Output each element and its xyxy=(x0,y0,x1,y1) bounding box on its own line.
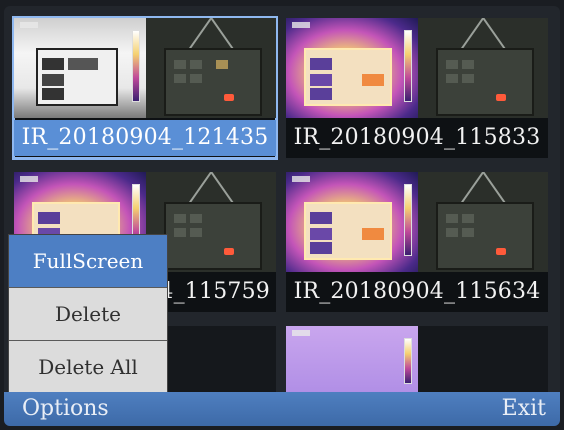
options-menu: FullScreen Delete Delete All xyxy=(8,234,168,393)
visual-image xyxy=(146,18,276,118)
exit-button[interactable]: Exit xyxy=(502,392,546,426)
equipment-box xyxy=(164,48,262,116)
hud-indicator xyxy=(292,22,310,28)
visual-image xyxy=(418,18,548,118)
ir-image xyxy=(286,18,418,118)
equipment-box xyxy=(436,48,534,116)
scale-bar xyxy=(404,184,412,256)
ir-image xyxy=(286,172,418,272)
thumbnail-label: IR_20180904_121435 xyxy=(14,120,276,156)
hud-indicator xyxy=(20,176,38,182)
gallery-screen: IR_20180904_121435 IR_20180904_115833 4_… xyxy=(4,6,560,426)
thumbnail-label: IR_20180904_115833 xyxy=(293,125,541,150)
menu-item-delete[interactable]: Delete xyxy=(9,288,167,341)
thumbnail-4[interactable]: IR_20180904_115634 xyxy=(286,172,548,312)
thumbnail-2[interactable]: IR_20180904_115833 xyxy=(286,18,548,158)
panel-outline xyxy=(36,48,118,106)
options-button[interactable]: Options xyxy=(22,392,109,426)
menu-item-delete-all[interactable]: Delete All xyxy=(9,341,167,393)
equipment-box xyxy=(436,202,534,270)
menu-item-fullscreen[interactable]: FullScreen xyxy=(9,235,167,288)
equipment-box xyxy=(164,202,262,270)
visual-image xyxy=(418,326,548,392)
thumbnail-1[interactable]: IR_20180904_121435 xyxy=(12,16,278,160)
panel-outline xyxy=(304,202,392,260)
panel-outline xyxy=(304,48,392,106)
scale-bar xyxy=(404,30,412,102)
ir-image xyxy=(286,326,418,392)
ir-image xyxy=(14,18,146,118)
hud-indicator xyxy=(292,330,310,336)
hud-indicator xyxy=(292,176,310,182)
thumbnail-6[interactable] xyxy=(286,326,548,392)
thumbnail-label: IR_20180904_115634 xyxy=(293,279,541,304)
scale-bar xyxy=(404,338,412,384)
scale-bar xyxy=(132,30,140,102)
visual-image xyxy=(418,172,548,272)
bottom-bar: Options Exit xyxy=(4,392,560,426)
hud-indicator xyxy=(20,22,38,28)
